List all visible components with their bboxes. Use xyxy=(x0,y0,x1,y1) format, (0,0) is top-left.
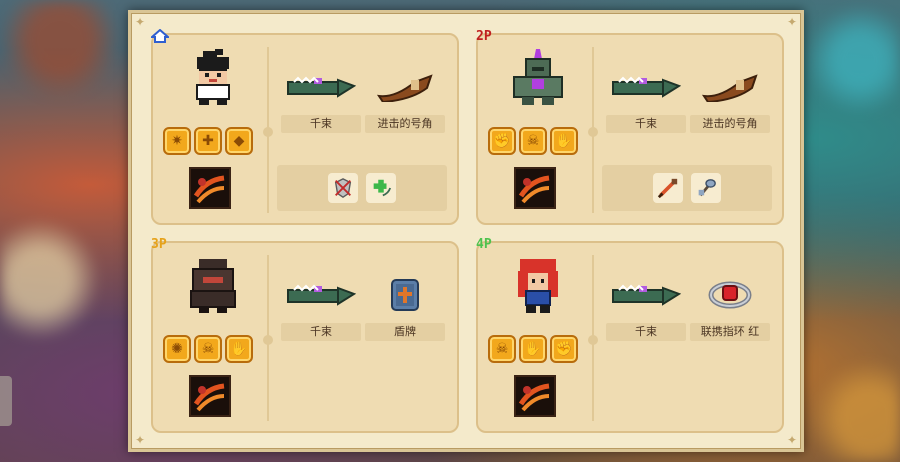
weapon-name: 进击的号角 xyxy=(690,115,770,133)
croc-blade-icon xyxy=(606,273,686,317)
target-shield-buff-icon[interactable] xyxy=(328,173,358,203)
character-portrait-knight[interactable] xyxy=(510,49,566,107)
croc-blade-icon xyxy=(606,65,686,109)
weapon-name: 进击的号角 xyxy=(365,115,445,133)
weapon-slot-1[interactable]: 千束 xyxy=(281,65,361,133)
player-tag: 4P xyxy=(476,237,492,252)
weapon-slot-2[interactable]: 进击的号角 xyxy=(690,65,770,133)
corner-ornament-icon: ✦ xyxy=(134,433,146,447)
red-ring-icon xyxy=(690,273,770,317)
weapon-slot-1[interactable]: 千束 xyxy=(606,273,686,341)
cross-badge-icon[interactable]: ✚ xyxy=(194,127,222,155)
weapon-name: 千束 xyxy=(606,115,686,133)
weapon-name: 联携指环 红 xyxy=(690,323,770,341)
fire-slash-skill-icon[interactable] xyxy=(514,167,556,209)
skull-badge-icon[interactable]: ☠ xyxy=(488,335,516,363)
fire-slash-skill-icon[interactable] xyxy=(514,375,556,417)
player-panel-4: 4P ☠ ✋ ✊ 千束 联携指环 红 xyxy=(476,237,784,433)
buff-bar xyxy=(277,165,447,211)
fire-slash-skill-icon[interactable] xyxy=(189,167,231,209)
home-icon xyxy=(149,28,171,43)
croc-blade-icon xyxy=(281,273,361,317)
panel-divider xyxy=(263,47,273,213)
player-tag: 2P xyxy=(476,29,492,44)
horn-icon xyxy=(365,65,445,109)
corner-ornament-icon: ✦ xyxy=(786,15,798,29)
weapon-slot-2[interactable]: 联携指环 红 xyxy=(690,273,770,341)
side-handle[interactable] xyxy=(0,376,12,426)
swirl-badge-icon[interactable]: ✺ xyxy=(163,335,191,363)
talent-badges: ✺ ☠ ✋ xyxy=(163,335,259,365)
hand-badge-icon[interactable]: ✋ xyxy=(550,127,578,155)
weapon-name: 千束 xyxy=(281,323,361,341)
croc-blade-icon xyxy=(281,65,361,109)
skull-badge-icon[interactable]: ☠ xyxy=(194,335,222,363)
player-tag: 3P xyxy=(151,237,167,252)
character-portrait-ninja[interactable] xyxy=(185,49,241,107)
talent-badges: ✷ ✚ ◆ xyxy=(163,127,259,157)
buff-bar xyxy=(602,165,772,211)
fist-badge-icon[interactable]: ✊ xyxy=(550,335,578,363)
shield-badge-icon[interactable]: ◆ xyxy=(225,127,253,155)
corner-ornament-icon: ✦ xyxy=(134,15,146,29)
team-loadout-window: ✦ ✦ ✦ ✦ ✷ ✚ ◆ 千束 进击的号角 2P ✊ ☠ ✋ 千束 进击的号角… xyxy=(128,10,804,452)
player-panel-3: 3P ✺ ☠ ✋ 千束 盾牌 xyxy=(151,237,459,433)
weapon-slot-1[interactable]: 千束 xyxy=(281,273,361,341)
stone-axe-buff-icon[interactable] xyxy=(691,173,721,203)
fire-slash-skill-icon[interactable] xyxy=(189,375,231,417)
horn-icon xyxy=(690,65,770,109)
character-portrait-red-hair[interactable] xyxy=(510,257,566,315)
shield-icon xyxy=(365,273,445,317)
corner-ornament-icon: ✦ xyxy=(786,433,798,447)
green-plus-buff-icon[interactable] xyxy=(366,173,396,203)
player-1-home-tag xyxy=(149,28,171,47)
weapon-slot-2[interactable]: 盾牌 xyxy=(365,273,445,341)
weapon-name: 千束 xyxy=(606,323,686,341)
talent-badges: ☠ ✋ ✊ xyxy=(488,335,584,365)
hand-badge-icon[interactable]: ✋ xyxy=(519,335,547,363)
skull-badge-icon[interactable]: ☠ xyxy=(519,127,547,155)
weapon-slot-1[interactable]: 千束 xyxy=(606,65,686,133)
weapon-slot-2[interactable]: 进击的号角 xyxy=(365,65,445,133)
weapon-name: 盾牌 xyxy=(365,323,445,341)
character-portrait-werewolf[interactable] xyxy=(185,257,241,315)
fist-badge-icon[interactable]: ✊ xyxy=(488,127,516,155)
talent-badges: ✊ ☠ ✋ xyxy=(488,127,584,157)
panel-divider xyxy=(263,255,273,421)
panel-divider xyxy=(588,255,598,421)
weapon-name: 千束 xyxy=(281,115,361,133)
gear-badge-icon[interactable]: ✷ xyxy=(163,127,191,155)
panel-divider xyxy=(588,47,598,213)
sword-buff-icon[interactable] xyxy=(653,173,683,203)
player-panel-1: ✷ ✚ ◆ 千束 进击的号角 xyxy=(149,28,459,225)
claw-badge-icon[interactable]: ✋ xyxy=(225,335,253,363)
player-panel-2: 2P ✊ ☠ ✋ 千束 进击的号角 xyxy=(476,29,784,225)
